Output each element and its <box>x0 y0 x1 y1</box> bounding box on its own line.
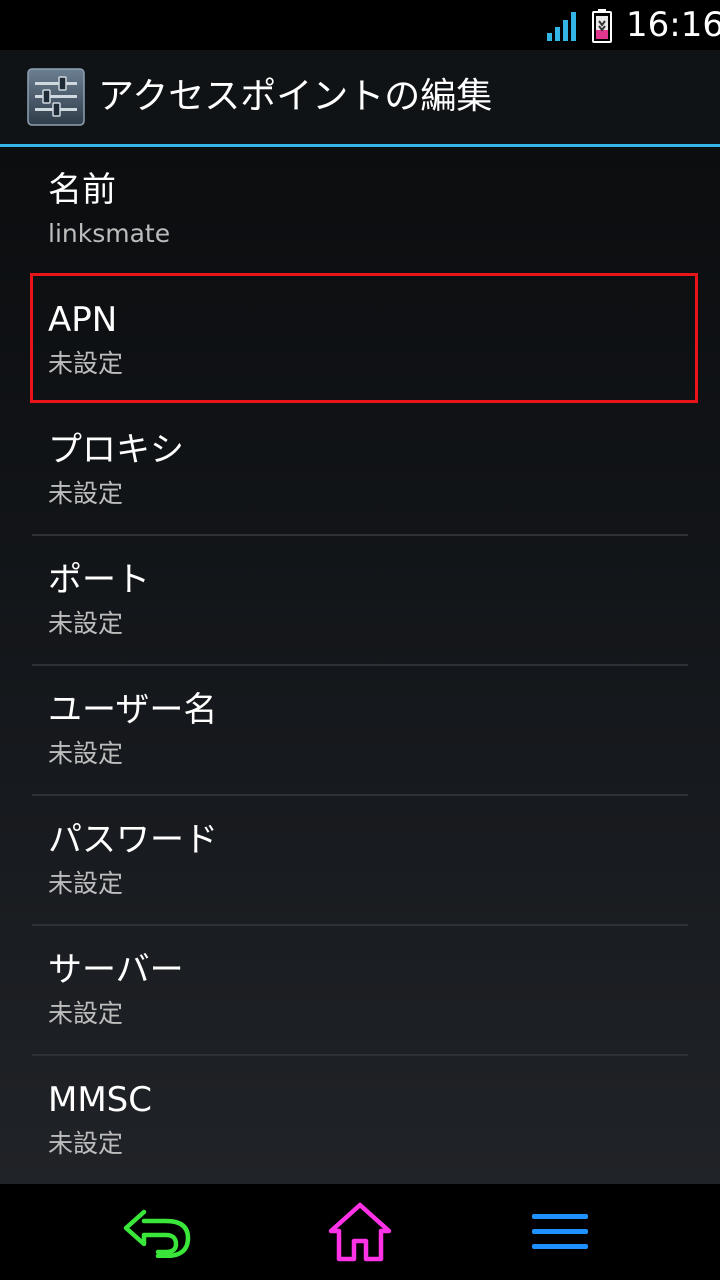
list-divider <box>32 664 688 666</box>
home-button[interactable] <box>300 1194 420 1270</box>
pref-summary: 未設定 <box>48 739 124 768</box>
page-title: アクセスポイントの編集 <box>98 76 493 117</box>
pref-summary: 未設定 <box>48 479 124 508</box>
screen: 16:16 アクセスポイントの編集 名前 linksmate APN 未設定 プ… <box>0 0 720 1280</box>
back-arrow-icon <box>123 1209 191 1258</box>
list-divider <box>32 794 688 796</box>
pref-summary: 未設定 <box>48 609 124 638</box>
home-icon <box>328 1202 392 1262</box>
pref-summary: 未設定 <box>48 999 124 1028</box>
action-bar: アクセスポイントの編集 <box>0 50 720 144</box>
status-bar: 16:16 <box>0 0 720 50</box>
status-clock: 16:16 <box>626 5 720 45</box>
pref-title: ポート <box>48 560 150 600</box>
list-divider <box>32 924 688 926</box>
pref-item-server[interactable]: サーバー 未設定 <box>32 927 688 1055</box>
pref-summary: 未設定 <box>48 869 124 898</box>
pref-summary: linksmate <box>48 219 171 248</box>
list-divider <box>32 534 688 536</box>
nav-bar <box>0 1184 720 1280</box>
signal-bars-icon <box>547 12 576 41</box>
pref-title: プロキシ <box>48 430 184 470</box>
list-divider <box>32 1054 688 1056</box>
pref-title: MMSC <box>48 1080 152 1120</box>
settings-sliders-icon[interactable] <box>27 68 85 126</box>
pref-title: 名前 <box>48 170 116 210</box>
pref-item-username[interactable]: ユーザー名 未設定 <box>32 667 688 795</box>
pref-item-mmsc[interactable]: MMSC 未設定 <box>32 1057 688 1184</box>
back-button[interactable] <box>96 1194 216 1270</box>
pref-item-password[interactable]: パスワード 未設定 <box>32 797 688 925</box>
battery-icon <box>592 9 612 43</box>
menu-button[interactable] <box>500 1194 620 1270</box>
pref-title: APN <box>48 300 118 340</box>
menu-icon <box>532 1214 588 1249</box>
pref-item-port[interactable]: ポート 未設定 <box>32 537 688 665</box>
preference-list: 名前 linksmate APN 未設定 プロキシ 未設定 ポート 未設定 ユー… <box>0 147 720 1184</box>
pref-summary: 未設定 <box>48 1129 124 1158</box>
pref-summary: 未設定 <box>48 349 124 378</box>
pref-item-proxy[interactable]: プロキシ 未設定 <box>32 407 688 535</box>
pref-title: パスワード <box>48 820 218 860</box>
pref-item-apn[interactable]: APN 未設定 <box>32 277 688 405</box>
pref-title: ユーザー名 <box>48 690 218 730</box>
pref-item-name[interactable]: 名前 linksmate <box>32 147 688 275</box>
pref-title: サーバー <box>48 950 184 990</box>
